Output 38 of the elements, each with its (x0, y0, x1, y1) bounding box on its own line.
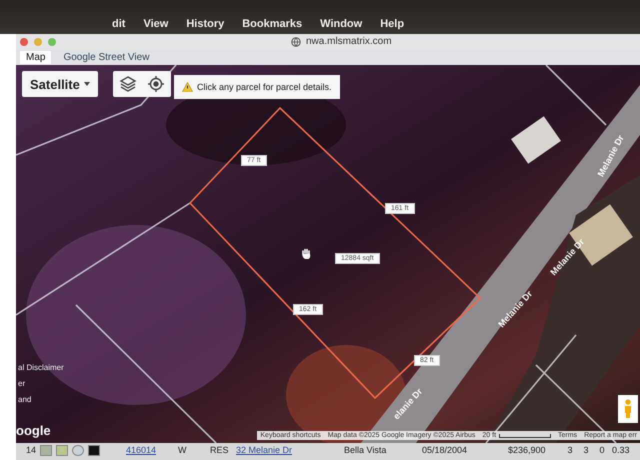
close-icon[interactable] (20, 38, 28, 46)
locate-icon[interactable] (147, 75, 165, 94)
caret-icon (84, 82, 90, 86)
table-cell-text: 3 (582, 445, 590, 456)
listing-link[interactable]: 416014 (126, 445, 174, 456)
notice-text: Click any parcel for parcel details. (197, 82, 332, 92)
table-cell-text: 0 (598, 445, 606, 456)
menu-item[interactable]: Window (320, 18, 362, 30)
map-tab[interactable]: Google Street View (57, 51, 156, 64)
table-cell-text: 3 (566, 445, 574, 456)
listing-link[interactable]: 32 Melanie Dr (236, 445, 340, 456)
map-tab[interactable]: Map (20, 51, 52, 64)
map-type-button[interactable]: Satellite (22, 71, 98, 98)
table-cell-text: 05/18/2004 (422, 445, 468, 456)
layers-icon[interactable] (119, 75, 137, 94)
map-logo: oogle (16, 423, 51, 438)
row-number: 14 (24, 445, 36, 456)
minimize-icon[interactable] (34, 38, 42, 46)
table-cell-text: RES (210, 445, 230, 456)
table-cell-text: $236,900 (508, 445, 547, 456)
menu-item[interactable]: View (143, 18, 168, 30)
pegman-icon[interactable] (618, 395, 638, 424)
hand-cursor-icon (301, 248, 311, 260)
table-cell-text: W (178, 445, 188, 456)
map-legal-text[interactable]: al Disclaimer (18, 363, 64, 372)
map-legal-text[interactable]: and (18, 395, 32, 404)
globe-icon[interactable] (72, 444, 84, 456)
menu-item[interactable]: History (186, 18, 224, 30)
menu-item[interactable]: Help (380, 18, 404, 30)
map-legal-text[interactable]: er (18, 379, 26, 388)
table-cell-text: Bella Vista (344, 445, 388, 456)
menu-item[interactable]: Bookmarks (242, 18, 302, 30)
table-cell-text: 0.33 (612, 445, 631, 456)
globe-icon (291, 36, 301, 47)
url-text[interactable]: nwa.mlsmatrix.com (306, 36, 392, 48)
zoom-icon[interactable] (48, 38, 56, 46)
menu-item[interactable]: dit (112, 18, 126, 30)
warning-icon (182, 82, 193, 92)
